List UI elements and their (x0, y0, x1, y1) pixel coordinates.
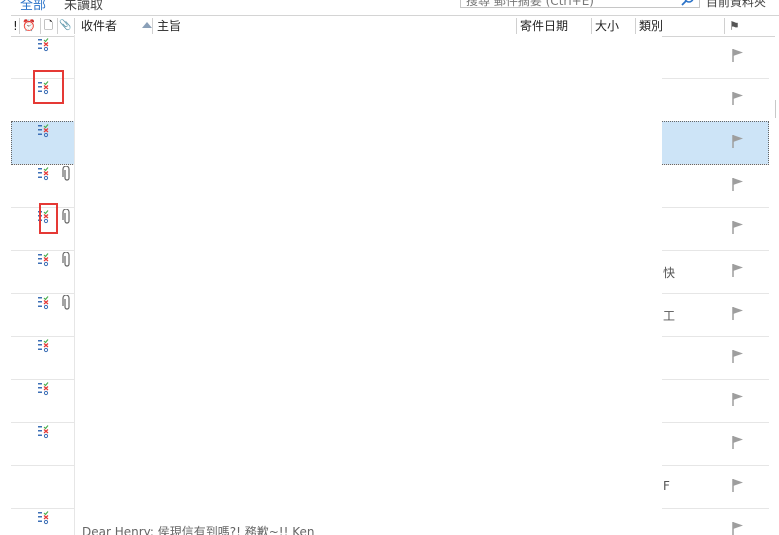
message-type-icon (38, 511, 49, 525)
column-divider[interactable] (74, 18, 75, 34)
category-label: 工 (663, 309, 676, 323)
mail-list-window: 全部 未讀取 搜尋 郵件摘要 (Ctrl+E) 目前資料夾 ! ⏰ 🗋 📎 收件… (0, 0, 779, 535)
subject-column-header[interactable]: 主旨 (157, 16, 181, 36)
search-input[interactable]: 搜尋 郵件摘要 (Ctrl+E) (460, 0, 700, 8)
column-divider[interactable] (57, 18, 58, 34)
flag-column-icon[interactable]: ⚑ (729, 16, 740, 36)
attachment-column-icon[interactable]: 📎 (59, 16, 71, 36)
flag-icon[interactable] (731, 349, 745, 363)
paperclip-icon (62, 209, 70, 224)
column-divider[interactable] (19, 18, 20, 34)
column-divider[interactable] (591, 18, 592, 34)
column-header: ! ⏰ 🗋 📎 收件者 主旨 寄件日期 大小 類別 ⚑ (11, 15, 779, 37)
category-label: F (663, 479, 670, 493)
flag-icon[interactable] (731, 392, 745, 406)
message-type-icon (38, 124, 49, 138)
filter-all-tab[interactable]: 全部 (20, 0, 46, 13)
category-column-header[interactable]: 類別 (639, 16, 663, 36)
message-type-icon (38, 382, 49, 396)
filter-unread-tab[interactable]: 未讀取 (64, 0, 103, 13)
size-column-header[interactable]: 大小 (595, 16, 619, 36)
search-icon[interactable] (681, 0, 695, 6)
flag-icon[interactable] (731, 521, 745, 535)
column-divider[interactable] (516, 18, 517, 34)
column-divider[interactable] (724, 18, 725, 34)
recipient-column-header[interactable]: 收件者 (81, 16, 117, 36)
list-divider (74, 35, 75, 535)
sort-ascending-icon (142, 22, 152, 28)
message-type-icon (38, 425, 49, 439)
message-type-icon (38, 253, 49, 267)
column-divider[interactable] (152, 18, 153, 34)
importance-column-header[interactable]: ! (13, 16, 18, 36)
message-type-icon (38, 296, 49, 310)
column-divider[interactable] (40, 18, 41, 34)
flag-icon[interactable] (731, 177, 745, 191)
paperclip-icon (62, 166, 70, 181)
category-label: 快 (663, 266, 676, 280)
message-type-icon (38, 167, 49, 181)
flag-icon[interactable] (731, 134, 745, 148)
search-scope-dropdown[interactable]: 目前資料夾 (706, 0, 766, 10)
scrollbar-thumb[interactable] (775, 100, 779, 118)
flag-icon[interactable] (731, 91, 745, 105)
flag-icon[interactable] (731, 263, 745, 277)
flag-icon[interactable] (731, 220, 745, 234)
search-placeholder: 搜尋 郵件摘要 (Ctrl+E) (466, 0, 594, 8)
message-content-area (75, 35, 662, 535)
type-column-icon[interactable]: 🗋 (44, 16, 53, 36)
date-column-header[interactable]: 寄件日期 (520, 16, 568, 36)
column-divider[interactable] (635, 18, 636, 34)
flag-icon[interactable] (731, 48, 745, 62)
message-type-icon (38, 38, 49, 52)
reminder-column-icon[interactable]: ⏰ (22, 16, 36, 36)
highlight-box (33, 70, 64, 104)
highlight-box (39, 203, 58, 234)
flag-icon[interactable] (731, 478, 745, 492)
message-preview-text: Dear Henry: 侯現信有到嗎?! 務歉~!! Ken (82, 525, 315, 535)
paperclip-icon (62, 252, 70, 267)
filter-bar: 全部 未讀取 搜尋 郵件摘要 (Ctrl+E) 目前資料夾 (0, 0, 779, 14)
paperclip-icon (62, 295, 70, 310)
flag-icon[interactable] (731, 306, 745, 320)
message-type-icon (38, 339, 49, 353)
flag-icon[interactable] (731, 435, 745, 449)
